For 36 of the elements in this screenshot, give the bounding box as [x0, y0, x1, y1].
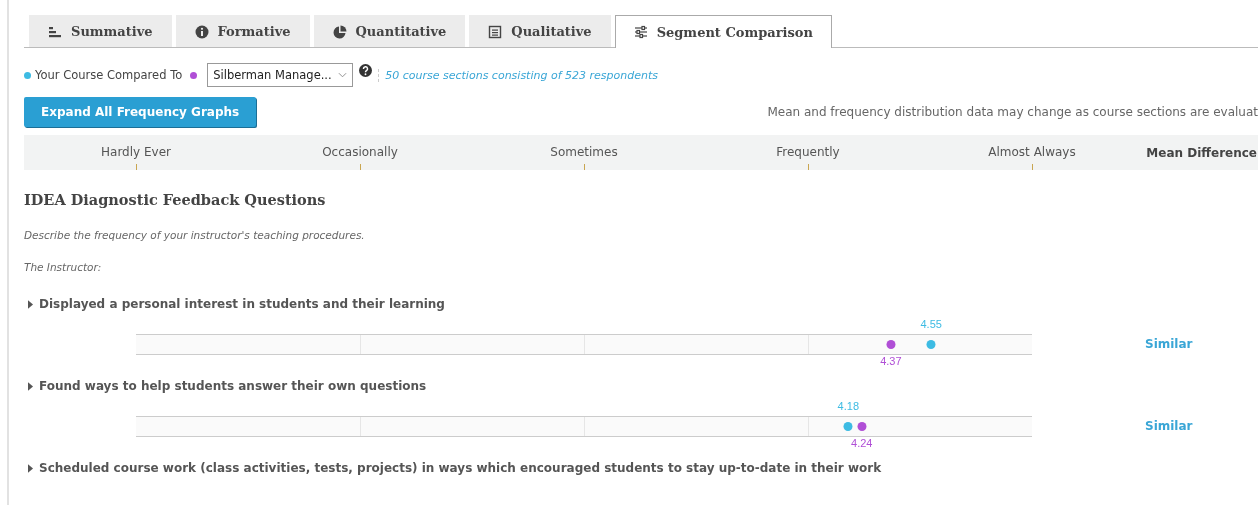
tab[interactable]: Quantitative — [313, 15, 466, 47]
tab[interactable]: Segment Comparison — [614, 15, 832, 48]
course-mean-value: 4.55 — [920, 317, 942, 330]
segment-dropdown[interactable]: Silberman Manage... — [207, 63, 354, 87]
question-text[interactable]: Scheduled course work (class activities, tests, projects) in ways which encouraged students to stay up-to-date in their work — [39, 461, 882, 475]
caret-icon[interactable] — [28, 381, 33, 391]
document-icon — [488, 24, 503, 39]
notice-text: Mean and frequency distribution data may change as course sections are evaluat — [767, 105, 1258, 119]
scale-label: Frequently — [776, 145, 840, 159]
question-text[interactable]: Displayed a personal interest in students and their learning — [39, 297, 445, 311]
section-title: IDEA Diagnostic Feedback Questions — [24, 191, 327, 208]
info-icon — [194, 24, 209, 39]
pie-chart-icon — [332, 24, 347, 39]
question-text[interactable]: Found ways to help students answer their own questions — [39, 379, 427, 393]
scale-label: Almost Always — [988, 145, 1076, 159]
scale-label: Occasionally — [322, 145, 398, 159]
bar-chart-icon — [48, 24, 62, 39]
legend-label: Your Course Compared To — [35, 68, 183, 82]
tab[interactable]: Qualitative — [469, 15, 611, 47]
tab[interactable]: Formative — [175, 15, 310, 47]
scale-label: Hardly Ever — [101, 145, 171, 159]
chevron-down-icon — [338, 72, 348, 78]
section-subject: The Instructor: — [24, 261, 103, 273]
section-description: Describe the frequency of your instructor's teaching procedures. — [24, 229, 366, 241]
mean-difference: Similar — [1145, 337, 1193, 351]
caret-icon[interactable] — [28, 463, 33, 473]
comparison-mean-value: 4.24 — [851, 436, 873, 449]
course-mean-value: 4.18 — [837, 399, 859, 412]
mean-difference: Similar — [1145, 419, 1193, 433]
column-heading: Mean Difference — [1146, 145, 1257, 160]
scale-label: Sometimes — [550, 145, 618, 159]
caret-icon[interactable] — [28, 299, 33, 309]
comparison-mean-value: 4.37 — [880, 354, 902, 367]
help-icon[interactable] — [359, 64, 373, 77]
sliders-icon — [633, 25, 648, 39]
tab[interactable]: Summative — [29, 15, 172, 47]
